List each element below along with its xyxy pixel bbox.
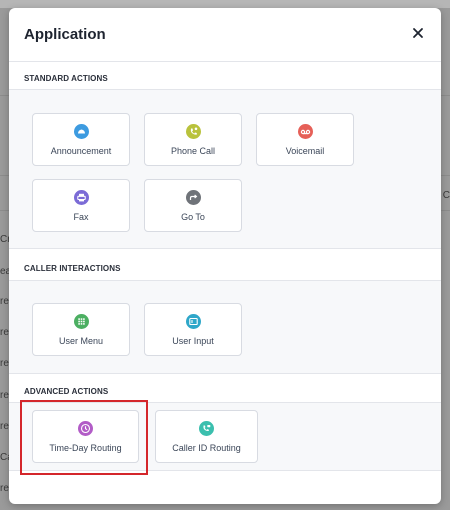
action-user-menu[interactable]: User Menu <box>32 303 130 356</box>
action-label: Caller ID Routing <box>172 443 241 453</box>
action-phone-call[interactable]: Phone Call <box>144 113 242 166</box>
action-label: Voicemail <box>285 146 325 156</box>
action-announcement[interactable]: Announcement <box>32 113 130 166</box>
bg-text: re <box>0 327 9 338</box>
user-input-icon <box>185 314 201 329</box>
section-advanced-actions: ADVANCED ACTIONS <box>24 387 109 396</box>
bg-text: re <box>0 358 9 369</box>
action-label: Phone Call <box>170 146 216 156</box>
fax-icon <box>73 190 89 205</box>
action-caller-id-routing[interactable]: Caller ID Routing <box>155 410 258 463</box>
action-go-to[interactable]: Go To <box>144 179 242 232</box>
voicemail-icon <box>297 124 313 139</box>
action-label: Time-Day Routing <box>49 443 122 453</box>
application-modal: Application STANDARD ACTIONS Announcemen… <box>9 8 441 504</box>
announcement-icon <box>73 124 89 139</box>
clock-icon <box>78 421 93 436</box>
caller-id-icon <box>199 421 214 436</box>
action-label: Announcement <box>50 146 112 156</box>
bg-text: re <box>0 483 9 494</box>
action-label: User Input <box>172 336 214 346</box>
section-divider <box>9 470 441 471</box>
section-divider <box>9 373 441 374</box>
phone-call-icon <box>185 124 201 139</box>
bg-text: re <box>0 296 9 307</box>
section-standard-actions: STANDARD ACTIONS <box>24 74 108 83</box>
bg-top-bar <box>0 0 450 8</box>
bg-text: re <box>0 390 9 401</box>
bg-text: C <box>442 190 450 201</box>
close-button[interactable] <box>411 26 425 40</box>
header-divider <box>9 61 441 62</box>
close-icon <box>413 28 423 38</box>
action-voicemail[interactable]: Voicemail <box>256 113 354 166</box>
modal-title: Application <box>24 26 106 43</box>
action-fax[interactable]: Fax <box>32 179 130 232</box>
section-caller-interactions: CALLER INTERACTIONS <box>24 264 121 273</box>
action-label: Go To <box>181 212 205 222</box>
action-user-input[interactable]: User Input <box>144 303 242 356</box>
goto-icon <box>185 190 201 205</box>
action-label: Fax <box>73 212 89 222</box>
bg-text: re <box>0 421 9 432</box>
section-divider <box>9 248 441 249</box>
user-menu-icon <box>73 314 89 329</box>
modal-header: Application <box>9 8 441 64</box>
action-time-day-routing[interactable]: Time-Day Routing <box>32 410 139 463</box>
action-label: User Menu <box>58 336 103 346</box>
